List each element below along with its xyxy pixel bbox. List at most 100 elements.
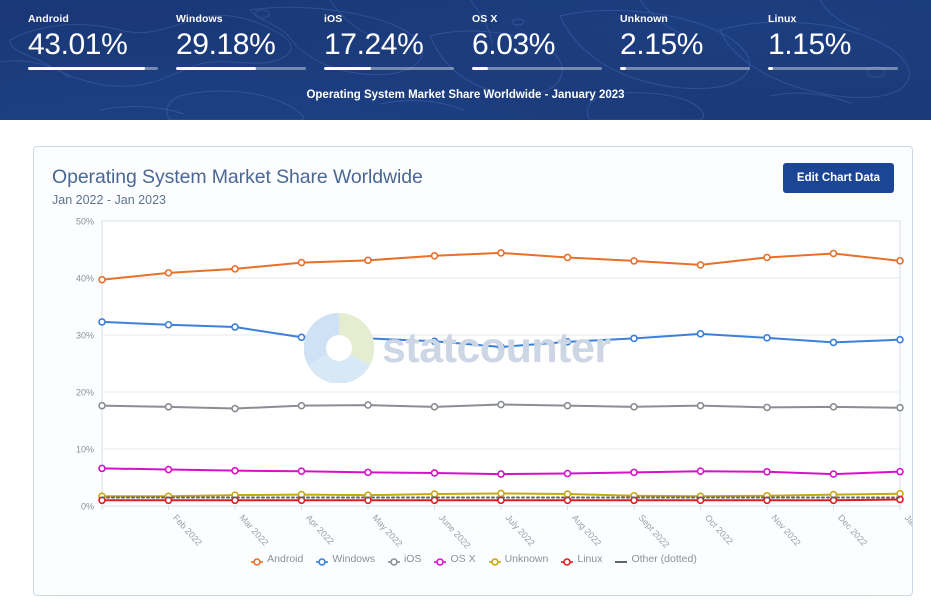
data-point[interactable] xyxy=(497,249,505,257)
data-point[interactable] xyxy=(829,403,838,411)
data-point[interactable] xyxy=(231,323,239,331)
data-point[interactable] xyxy=(497,470,505,478)
data-point[interactable] xyxy=(896,403,904,412)
data-point[interactable] xyxy=(696,401,705,410)
data-point[interactable] xyxy=(763,403,771,412)
data-point[interactable] xyxy=(297,467,306,476)
plot-frame xyxy=(101,220,901,507)
data-point[interactable] xyxy=(896,467,904,476)
legend-item-other-dotted[interactable]: Other (dotted) xyxy=(615,553,697,565)
page-header: Android 43.01% Windows 29.18% iOS 17.24% OS X 6… xyxy=(0,0,931,120)
header-caption: Operating System Market Share Worldwide … xyxy=(306,89,625,101)
stat-value: 17.24% xyxy=(324,28,424,61)
stat-progress-fill xyxy=(472,67,489,70)
data-point[interactable] xyxy=(497,400,505,409)
data-point[interactable] xyxy=(231,466,239,475)
legend-item-android[interactable]: Android xyxy=(251,553,303,566)
data-point[interactable] xyxy=(563,253,572,262)
x-tick-label: Nov 2022 xyxy=(770,513,803,548)
stat-progress-bar xyxy=(768,67,898,70)
legend-label: Other (dotted) xyxy=(631,553,697,565)
line-chart-svg: 0% 10% 20% 30% 40% 50% Feb 2022 Mar 2022 Apr 202… xyxy=(76,217,913,551)
y-tick-label: 50% xyxy=(76,217,94,227)
data-point[interactable] xyxy=(98,275,106,284)
y-tick-label: 10% xyxy=(76,445,94,455)
legend-item-ios[interactable]: iOS xyxy=(387,553,421,566)
page-body: Operating System Market Share Worldwide … xyxy=(0,120,931,601)
stat-progress-fill xyxy=(28,67,146,70)
data-point[interactable] xyxy=(430,251,439,260)
x-tick-label: Jan 2023 xyxy=(903,513,913,547)
data-point[interactable] xyxy=(763,253,771,262)
x-tick-label: Sept 2022 xyxy=(637,513,672,550)
x-tick-label: Aug 2022 xyxy=(570,513,603,548)
data-point[interactable] xyxy=(829,338,838,347)
data-point[interactable] xyxy=(297,401,306,410)
stat-value: 43.01% xyxy=(28,28,128,61)
data-point[interactable] xyxy=(164,403,173,411)
y-tick-label: 40% xyxy=(76,274,94,284)
data-point[interactable] xyxy=(430,490,439,498)
data-point[interactable] xyxy=(164,320,173,329)
data-point[interactable] xyxy=(563,401,572,410)
data-point[interactable] xyxy=(630,403,638,411)
data-point[interactable] xyxy=(231,265,239,273)
y-tick-label: 0% xyxy=(81,502,94,512)
data-point[interactable] xyxy=(364,468,372,477)
data-point[interactable] xyxy=(630,257,638,265)
data-point[interactable] xyxy=(630,334,638,343)
data-point[interactable] xyxy=(231,404,239,413)
data-point[interactable] xyxy=(696,261,705,269)
data-point[interactable] xyxy=(563,469,572,478)
stat-progress-fill xyxy=(324,67,372,70)
data-point[interactable] xyxy=(364,334,372,343)
legend-circle-icon xyxy=(251,554,264,566)
data-point[interactable] xyxy=(297,333,306,342)
stat-linux: Linux 1.15% xyxy=(768,12,916,70)
data-point[interactable] xyxy=(829,249,838,258)
stat-progress-bar xyxy=(176,67,306,70)
data-point[interactable] xyxy=(563,338,572,346)
data-point[interactable] xyxy=(696,330,705,338)
stat-ios: iOS 17.24% xyxy=(324,12,472,70)
stat-label: Android xyxy=(28,13,69,25)
legend-item-windows[interactable]: Windows xyxy=(316,553,375,566)
data-point[interactable] xyxy=(297,258,306,267)
data-point[interactable] xyxy=(430,337,439,346)
data-point[interactable] xyxy=(896,257,904,265)
data-point[interactable] xyxy=(497,489,505,498)
edit-chart-data-button[interactable]: Edit Chart Data xyxy=(782,163,894,193)
stat-progress-bar xyxy=(472,67,602,70)
data-point[interactable] xyxy=(763,334,771,342)
stats-row: Android 43.01% Windows 29.18% iOS 17.24% OS X 6… xyxy=(0,0,931,70)
data-point[interactable] xyxy=(164,465,173,474)
data-point[interactable] xyxy=(364,256,372,265)
stat-label: Linux xyxy=(768,13,797,25)
data-point[interactable] xyxy=(763,467,771,476)
stat-progress-fill xyxy=(176,67,256,70)
data-point[interactable] xyxy=(364,401,372,409)
data-point[interactable] xyxy=(430,469,439,477)
x-tick-label: Mar 2022 xyxy=(238,513,271,548)
data-point[interactable] xyxy=(497,343,505,351)
legend-item-os-x[interactable]: OS X xyxy=(434,553,476,566)
data-point[interactable] xyxy=(98,401,106,410)
legend-item-unknown[interactable]: Unknown xyxy=(488,553,548,566)
chart-legend: Android Windows iOS OS X Unknown Linux Other (… xyxy=(34,553,912,566)
data-point[interactable] xyxy=(430,403,439,411)
data-point[interactable] xyxy=(630,468,638,477)
legend-line-icon xyxy=(615,554,628,564)
stat-progress-bar xyxy=(620,67,750,70)
x-tick-label: July 2022 xyxy=(504,513,537,548)
stat-android: Android 43.01% xyxy=(28,12,176,70)
data-point[interactable] xyxy=(98,318,106,326)
data-point[interactable] xyxy=(563,490,572,498)
legend-item-linux[interactable]: Linux xyxy=(561,553,602,566)
stat-progress-bar xyxy=(324,67,454,70)
data-point[interactable] xyxy=(164,269,173,277)
legend-circle-icon xyxy=(387,554,400,566)
data-point[interactable] xyxy=(896,335,904,344)
data-point[interactable] xyxy=(98,464,106,473)
data-point[interactable] xyxy=(829,470,838,478)
data-point[interactable] xyxy=(696,467,705,476)
